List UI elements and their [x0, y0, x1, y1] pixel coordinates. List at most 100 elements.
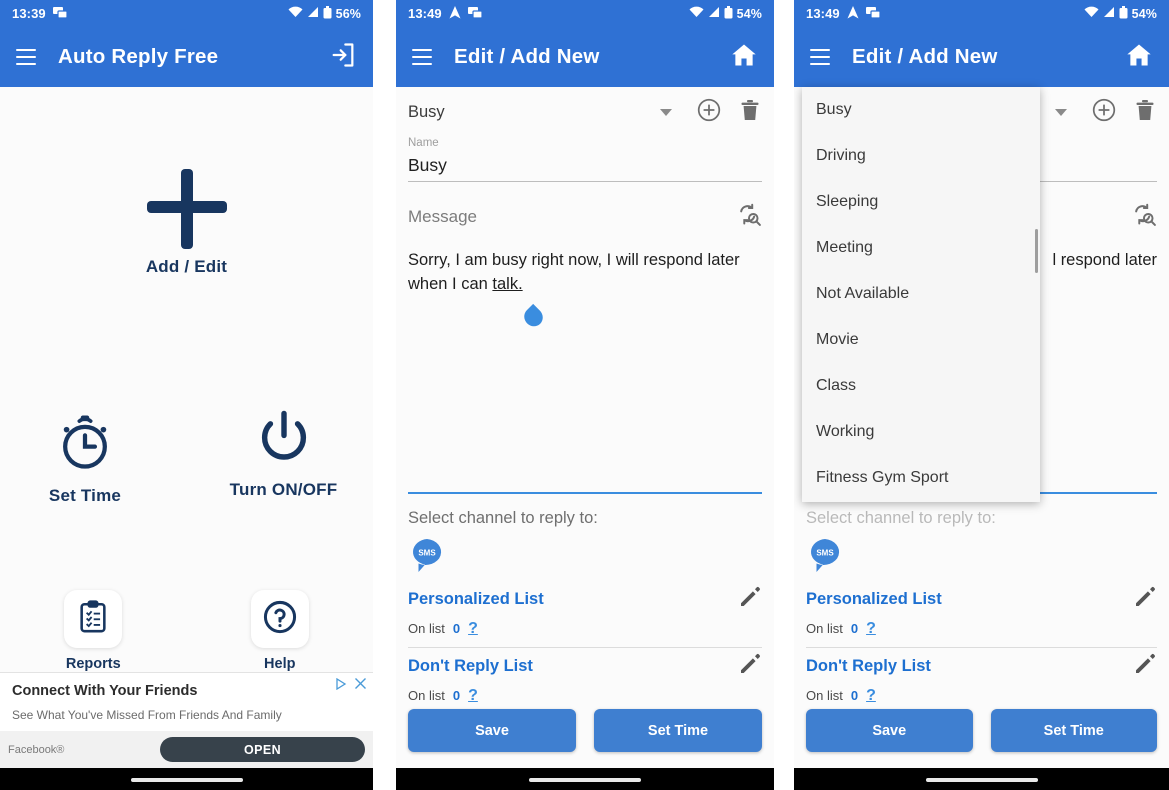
nav-gesture-pill[interactable] [925, 778, 1038, 782]
personalized-list-on-list-label: On list [806, 621, 843, 636]
tile-turn-on-off[interactable]: Turn ON/OFF [196, 407, 371, 500]
sms-bubble-icon[interactable]: SMS [806, 537, 844, 575]
phone-panel-edit: 13:49 54% Edit / Add New Busy Name Busy … [396, 0, 774, 790]
sms-bubble-icon[interactable]: SMS [408, 537, 446, 575]
battery-icon [323, 5, 332, 22]
personalized-list-count: 0 [850, 621, 859, 636]
screencast-icon [865, 6, 881, 22]
tile-add-edit[interactable]: Add / Edit [0, 167, 373, 277]
message-text-line1: Sorry, I am busy right now, I will respo… [408, 251, 740, 269]
dont-reply-list-count: 0 [850, 688, 859, 703]
dropdown-option-fitness-gym-sport[interactable]: Fitness Gym Sport [802, 455, 1040, 501]
vertical-scrollbar[interactable] [1035, 229, 1038, 273]
phone-panel-home: 13:39 56% Auto Reply Free Add / Edit Set… [0, 0, 373, 790]
wifi-icon [288, 6, 303, 21]
dropdown-option-working[interactable]: Working [802, 409, 1040, 455]
chevron-down-icon[interactable] [1055, 108, 1067, 116]
nav-gesture-pill[interactable] [529, 778, 641, 782]
nav-gesture-pill[interactable] [130, 778, 243, 782]
status-time: 13:49 [408, 6, 442, 21]
status-bar: 13:39 56% [0, 0, 373, 27]
tile-set-time-label: Set Time [48, 486, 122, 505]
home-icon[interactable] [1125, 41, 1153, 74]
svg-text:SMS: SMS [418, 549, 436, 558]
pencil-icon[interactable] [1133, 585, 1157, 614]
wifi-icon [1084, 6, 1099, 21]
sync-search-icon[interactable] [737, 202, 762, 232]
footer-tile-help[interactable]: Help [187, 590, 374, 672]
advertisement-banner[interactable]: Connect With Your Friends See What You'v… [0, 672, 373, 768]
personalized-list-title[interactable]: Personalized List [806, 590, 942, 609]
dropdown-option-class[interactable]: Class [802, 363, 1040, 409]
question-mark-icon[interactable]: ? [468, 687, 478, 703]
question-circle-icon [261, 598, 299, 641]
pencil-icon[interactable] [1133, 652, 1157, 681]
app-bar: Auto Reply Free [0, 27, 373, 87]
dont-reply-list-on-list-label: On list [806, 688, 843, 703]
plus-circle-icon[interactable] [1091, 97, 1117, 128]
dont-reply-list-block: Don't Reply List On list 0 ? [806, 647, 1157, 703]
ad-open-button[interactable]: OPEN [160, 737, 365, 762]
dropdown-option-meeting[interactable]: Meeting [802, 225, 1040, 271]
navigation-icon [847, 5, 859, 22]
dropdown-option-not-available[interactable]: Not Available [802, 271, 1040, 317]
question-mark-icon[interactable]: ? [866, 687, 876, 703]
message-text-line2-pre: when I can [408, 275, 493, 293]
profile-dropdown[interactable]: Busy [408, 87, 762, 133]
set-time-button[interactable]: Set Time [990, 709, 1157, 752]
dont-reply-list-title[interactable]: Don't Reply List [408, 657, 533, 676]
dropdown-option-driving[interactable]: Driving [802, 133, 1040, 179]
hamburger-icon[interactable] [412, 49, 432, 65]
save-button[interactable]: Save [408, 709, 576, 752]
pencil-icon[interactable] [738, 652, 762, 681]
trash-icon[interactable] [1133, 98, 1157, 127]
close-icon[interactable] [354, 677, 367, 695]
home-body: Add / Edit Set Time Turn ON/OFF Reports … [0, 87, 373, 790]
pencil-icon[interactable] [738, 585, 762, 614]
question-mark-icon[interactable]: ? [866, 620, 876, 636]
footer-tiles: Reports Help [0, 590, 373, 672]
set-time-button[interactable]: Set Time [594, 709, 762, 752]
message-text[interactable]: Sorry, I am busy right now, I will respo… [408, 248, 762, 296]
trash-icon[interactable] [738, 98, 762, 127]
tile-turn-on-off-label: Turn ON/OFF [229, 480, 338, 499]
text-cursor-handle[interactable] [524, 303, 543, 326]
dropdown-option-sleeping[interactable]: Sleeping [802, 179, 1040, 225]
personalized-list-block: Personalized List On list 0 ? [408, 585, 762, 636]
navigation-icon [449, 5, 461, 22]
hamburger-icon[interactable] [16, 49, 36, 65]
question-mark-icon[interactable]: ? [468, 620, 478, 636]
power-icon [196, 407, 371, 474]
system-nav-bar [396, 768, 774, 790]
dropdown-option-movie[interactable]: Movie [802, 317, 1040, 363]
message-text-link: talk. [492, 275, 523, 293]
sync-search-icon[interactable] [1132, 202, 1157, 232]
tile-set-time[interactable]: Set Time [10, 407, 160, 506]
dropdown-option-busy[interactable]: Busy [802, 87, 1040, 133]
page-title: Auto Reply Free [58, 45, 219, 68]
footer-tile-reports-label: Reports [65, 656, 121, 672]
dont-reply-list-title[interactable]: Don't Reply List [806, 657, 931, 676]
name-field-label: Name [408, 137, 439, 149]
save-button[interactable]: Save [806, 709, 973, 752]
adchoices-icon[interactable] [336, 677, 350, 695]
chevron-down-icon[interactable] [660, 108, 672, 116]
edit-body: Busy Name Busy Message Sorry, I am busy … [396, 87, 774, 790]
exit-icon[interactable] [329, 41, 357, 74]
select-channel-label: Select channel to reply to: [806, 509, 996, 527]
home-icon[interactable] [730, 41, 758, 74]
screencast-icon [52, 6, 68, 22]
battery-icon [724, 5, 733, 22]
message-text-visible: l respond later [1052, 251, 1157, 269]
screencast-icon [467, 6, 483, 22]
signal-icon [708, 6, 720, 21]
app-bar: Edit / Add New [794, 27, 1169, 87]
dont-reply-list-block: Don't Reply List On list 0 ? [408, 647, 762, 703]
hamburger-icon[interactable] [810, 49, 830, 65]
name-input[interactable]: Busy [408, 149, 762, 182]
plus-circle-icon[interactable] [696, 97, 722, 128]
personalized-list-title[interactable]: Personalized List [408, 590, 544, 609]
system-nav-bar [0, 768, 373, 790]
profile-dropdown-menu[interactable]: Busy Driving Sleeping Meeting Not Availa… [802, 87, 1040, 502]
footer-tile-reports[interactable]: Reports [0, 590, 187, 672]
